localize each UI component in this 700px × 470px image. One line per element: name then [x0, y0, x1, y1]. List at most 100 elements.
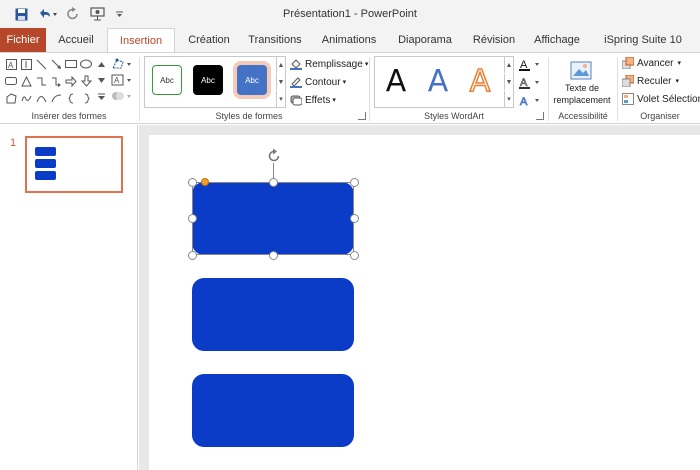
shapes-gallery[interactable]: A: [4, 57, 98, 107]
selection-pane-button[interactable]: Volet Sélection: [622, 93, 700, 105]
resize-handle-top-right[interactable]: [349, 177, 359, 187]
bring-forward-label: Avancer: [637, 57, 674, 69]
elbow-connector-icon[interactable]: [34, 74, 48, 88]
shape-fill-button[interactable]: Remplissage ▾: [290, 58, 368, 70]
wordart-more-icon[interactable]: ▾: [504, 91, 513, 107]
vertical-text-box-icon[interactable]: [19, 57, 33, 71]
shape-outline-button[interactable]: Contour ▾: [290, 76, 346, 88]
text-box-insert-icon[interactable]: A: [110, 73, 134, 87]
bring-forward-button[interactable]: Avancer ▾: [621, 56, 681, 70]
customize-toolbar-icon[interactable]: [112, 5, 126, 23]
edit-shape-icon[interactable]: [110, 57, 134, 71]
tab-accueil[interactable]: Accueil: [48, 28, 104, 52]
triangle-icon[interactable]: [19, 74, 33, 88]
selection-pane-label: Volet Sélection: [637, 93, 700, 105]
merge-shapes-icon[interactable]: [110, 89, 134, 103]
curve-icon[interactable]: [34, 91, 48, 105]
alt-text-button[interactable]: Texte de remplacement: [550, 55, 614, 109]
text-fill-icon[interactable]: A: [518, 57, 542, 71]
right-brace-icon[interactable]: [79, 91, 93, 105]
redo-icon[interactable]: [64, 5, 82, 23]
send-backward-button[interactable]: Reculer ▾: [621, 74, 679, 88]
alt-text-label-1: Texte de: [564, 83, 600, 93]
arc-icon[interactable]: [49, 91, 63, 105]
rotate-handle-icon[interactable]: [266, 148, 282, 164]
left-brace-icon[interactable]: [64, 91, 78, 105]
text-outline-icon[interactable]: A: [518, 75, 542, 89]
present-from-start-icon[interactable]: [88, 5, 106, 23]
wordart-scroll-down-icon[interactable]: ▼: [504, 74, 513, 90]
slide-canvas[interactable]: [149, 135, 700, 470]
wordart-styles-group-label: Styles WordArt: [424, 111, 484, 121]
alt-text-icon: [570, 59, 592, 81]
group-separator: [617, 57, 618, 121]
rounded-rectangle-icon[interactable]: [4, 74, 18, 88]
scribble-icon[interactable]: [19, 91, 33, 105]
resize-handle-left[interactable]: [187, 214, 197, 223]
styles-scroll-down-icon[interactable]: ▼: [276, 74, 285, 90]
tab-fichier[interactable]: Fichier: [0, 28, 46, 52]
oval-icon[interactable]: [79, 57, 93, 71]
thumbnail-shape: [35, 147, 56, 156]
styles-scroll-up-icon[interactable]: ▲: [276, 57, 285, 73]
resize-handle-bottom[interactable]: [268, 250, 278, 260]
wordart-style-black[interactable]: A: [379, 63, 413, 101]
rounded-rectangle-shape-3[interactable]: [192, 374, 354, 447]
wordart-scroll-up-icon[interactable]: ▲: [504, 57, 513, 73]
shape-styles-gallery[interactable]: Abc Abc Abc ▲ ▼ ▾: [144, 56, 286, 108]
shape-style-outline[interactable]: Abc: [152, 65, 182, 95]
wordart-style-orange-outline[interactable]: A: [463, 63, 497, 101]
resize-handle-top-left[interactable]: [187, 177, 197, 187]
wordart-dialog-launcher-icon[interactable]: [536, 112, 544, 120]
tab-diaporama[interactable]: Diaporama: [392, 28, 458, 52]
group-separator: [139, 57, 140, 121]
shape-effects-button[interactable]: Effets ▾: [290, 94, 336, 106]
arrow-line-icon[interactable]: [49, 57, 63, 71]
elbow-arrow-connector-icon[interactable]: [49, 74, 63, 88]
wordart-gallery[interactable]: A A A ▲ ▼ ▾: [374, 56, 514, 108]
tab-animations[interactable]: Animations: [316, 28, 382, 52]
ribbon-tabs: Fichier Accueil Insertion Création Trans…: [0, 28, 700, 53]
wordart-style-blue[interactable]: A: [421, 63, 455, 101]
send-backward-icon: [621, 74, 635, 88]
accessibility-group-label: Accessibilité: [558, 111, 608, 121]
tab-revision[interactable]: Révision: [466, 28, 522, 52]
resize-handle-top[interactable]: [268, 177, 278, 187]
save-icon[interactable]: [12, 5, 30, 23]
shape-outline-label: Contour: [305, 76, 341, 88]
styles-more-icon[interactable]: ▾: [276, 91, 285, 107]
thumbnail-shape: [35, 171, 56, 180]
insert-shapes-group-label: Insérer des formes: [31, 111, 107, 121]
rounded-rectangle-shape-2[interactable]: [192, 278, 354, 351]
right-arrow-icon[interactable]: [64, 74, 78, 88]
down-arrow-icon[interactable]: [79, 74, 93, 88]
resize-handle-bottom-right[interactable]: [349, 250, 359, 260]
title-bar: Présentation1 - PowerPoint: [0, 0, 700, 28]
slide-thumbnail[interactable]: [25, 136, 123, 193]
resize-handle-bottom-left[interactable]: [187, 250, 197, 260]
chevron-down-icon: ▾: [342, 79, 347, 86]
freeform-icon[interactable]: [4, 91, 18, 105]
undo-icon[interactable]: [36, 5, 60, 23]
rectangle-icon[interactable]: [64, 57, 78, 71]
shape-style-dark[interactable]: Abc: [193, 65, 223, 95]
text-box-icon[interactable]: A: [4, 57, 18, 71]
chevron-down-icon: ▾: [364, 61, 369, 68]
bring-forward-icon: [621, 56, 635, 70]
tab-affichage[interactable]: Affichage: [528, 28, 586, 52]
resize-handle-right[interactable]: [349, 214, 359, 223]
tab-transitions[interactable]: Transitions: [243, 28, 307, 52]
effects-icon: [290, 94, 303, 106]
tab-ispring-suite[interactable]: iSpring Suite 10: [600, 28, 686, 52]
line-icon[interactable]: [34, 57, 48, 71]
shapes-more-icon[interactable]: [96, 89, 106, 103]
tab-insertion[interactable]: Insertion: [107, 28, 175, 53]
shapes-scroll-down-icon[interactable]: [96, 73, 106, 87]
shape-styles-dialog-launcher-icon[interactable]: [358, 112, 366, 120]
shape-style-blue-selected[interactable]: Abc: [237, 65, 267, 95]
shapes-scroll-up-icon[interactable]: [96, 57, 106, 71]
rounded-rectangle-shape-1[interactable]: [192, 182, 354, 255]
tab-creation[interactable]: Création: [178, 28, 240, 52]
corner-radius-adjust-handle[interactable]: [201, 178, 209, 186]
text-effects-icon[interactable]: A: [518, 93, 542, 107]
